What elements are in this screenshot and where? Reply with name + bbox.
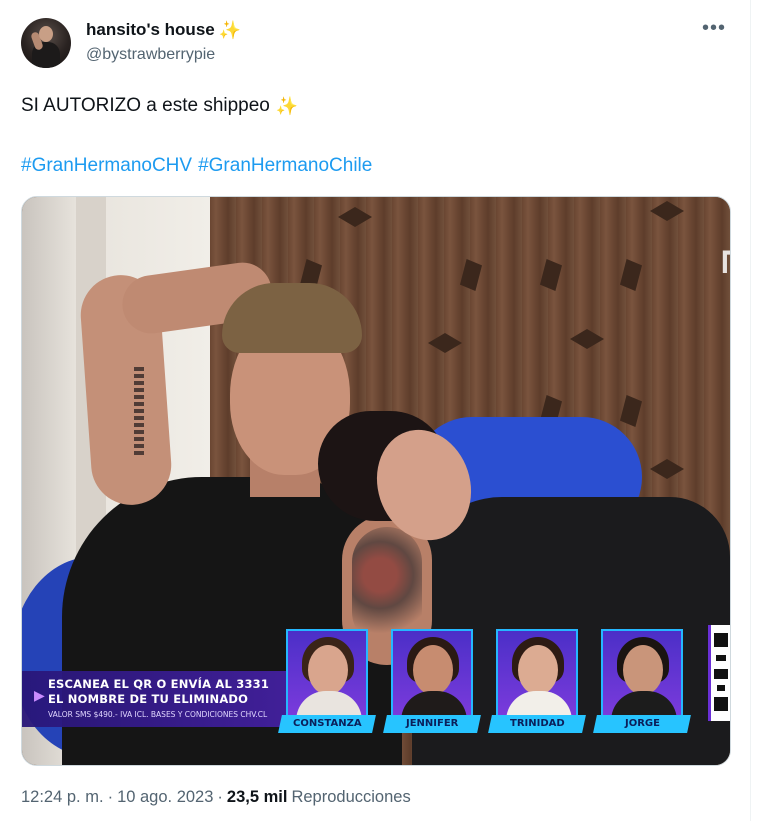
panel-cutout — [428, 333, 462, 353]
arm-tattoo — [134, 367, 144, 457]
nominee-photo — [496, 629, 578, 719]
user-avatar[interactable] — [21, 18, 71, 68]
author-name-row[interactable]: hansito's house ✨ — [86, 20, 241, 40]
qr-cell — [716, 655, 726, 661]
views-count: 23,5 mil — [226, 788, 288, 806]
hashtag-row: #GranHermanoCHV #GranHermanoChile — [21, 155, 372, 177]
person-left-hair — [222, 283, 362, 353]
meta-separator: · — [107, 788, 114, 806]
nominee-face — [413, 645, 453, 695]
nominee-label: TRINIDAD — [488, 715, 586, 733]
banner-line-1: ESCANEA EL QR O ENVÍA AL 3331 — [48, 677, 270, 691]
qr-cell — [714, 697, 728, 711]
nominee-card: JENNIFER — [383, 629, 481, 735]
banner-line-2: EL NOMBRE DE TU ELIMINADO — [48, 692, 249, 706]
tweet-date[interactable]: 10 ago. 2023 — [117, 788, 213, 807]
tweet-text: SI AUTORIZO a este shippeo ✨ — [21, 95, 298, 117]
panel-cutout — [540, 259, 562, 291]
sparkles-icon: ✨ — [218, 20, 242, 40]
tweet-text-body: SI AUTORIZO a este shippeo — [21, 95, 270, 116]
sparkles-icon: ✨ — [275, 96, 299, 116]
hashtag-link[interactable]: #GranHermanoChile — [198, 155, 372, 177]
nominee-card: JORGE — [593, 629, 691, 735]
tweet-time[interactable]: 12:24 p. m. — [21, 788, 104, 807]
nominee-card: CONSTANZA — [278, 629, 376, 735]
panel-cutout — [650, 459, 684, 479]
author-handle[interactable]: @bystrawberrypie — [86, 46, 215, 64]
nominee-face — [518, 645, 558, 695]
nominee-face — [308, 645, 348, 695]
hashtag-link[interactable]: #GranHermanoCHV — [21, 155, 192, 177]
qr-cell — [714, 669, 728, 679]
qr-cell — [714, 633, 728, 647]
nominee-photo — [286, 629, 368, 719]
meta-separator: · — [217, 788, 223, 806]
author-display-name[interactable]: hansito's house — [86, 20, 215, 40]
panel-cutout — [620, 259, 642, 291]
banner-line-3: VALOR SMS $490.- IVA ICL. BASES Y CONDIC… — [48, 710, 268, 719]
nominee-label: JORGE — [593, 715, 691, 733]
panel-cutout — [650, 201, 684, 221]
nominee-label: JENNIFER — [383, 715, 481, 733]
panel-cutout — [338, 207, 372, 227]
qr-cell — [717, 685, 725, 691]
avatar-figure-head — [39, 26, 53, 42]
tweet-media-image[interactable]: ⊓ ▶ ESCANEA EL QR O ENVÍA AL 3331 EL NOM… — [21, 196, 731, 766]
panel-cutout — [620, 395, 642, 427]
views-label: Reproducciones — [291, 788, 411, 806]
tweet-metadata: 12:24 p. m. · 10 ago. 2023 · 23,5 mil Re… — [21, 788, 411, 807]
play-triangle-icon: ▶ — [34, 687, 45, 703]
nominee-photo — [601, 629, 683, 719]
channel-logo: ⊓ — [719, 241, 730, 282]
nominee-face — [623, 645, 663, 695]
panel-cutout — [570, 329, 604, 349]
qr-code — [708, 625, 730, 721]
panel-cutout — [460, 259, 482, 291]
more-options-icon[interactable]: ••• — [702, 17, 726, 40]
nominee-card: TRINIDAD — [488, 629, 586, 735]
nominee-photo — [391, 629, 473, 719]
nominee-label: CONSTANZA — [278, 715, 376, 733]
tweet-card: hansito's house ✨ @bystrawberrypie ••• S… — [0, 0, 751, 821]
